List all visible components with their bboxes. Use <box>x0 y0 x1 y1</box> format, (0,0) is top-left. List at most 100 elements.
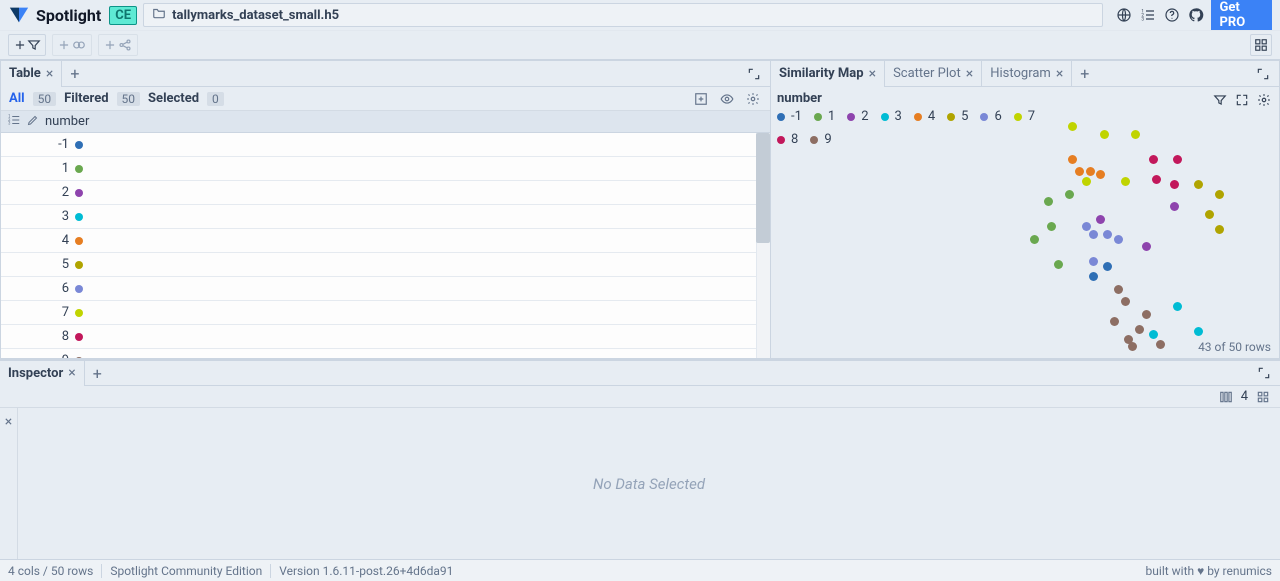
scatter-area[interactable] <box>771 87 1279 358</box>
scatter-point[interactable] <box>1110 317 1119 326</box>
scatter-point[interactable] <box>1086 167 1095 176</box>
column-header[interactable]: 123 number <box>1 111 770 133</box>
folder-icon <box>152 6 166 24</box>
scatter-point[interactable] <box>1114 285 1123 294</box>
tab-histogram[interactable]: Histogram × <box>982 61 1072 86</box>
filter-filtered[interactable]: Filtered <box>64 91 108 106</box>
scatter-point[interactable] <box>1121 297 1130 306</box>
help-icon[interactable] <box>1163 5 1181 25</box>
close-icon[interactable]: × <box>0 408 18 559</box>
scatter-point[interactable] <box>1100 130 1109 139</box>
scatter-point[interactable] <box>1089 272 1098 281</box>
scatter-point[interactable] <box>1215 225 1224 234</box>
scatter-point[interactable] <box>1142 242 1151 251</box>
table-row[interactable]: 2 <box>1 181 770 205</box>
gear-icon[interactable] <box>744 90 762 108</box>
scatter-point[interactable] <box>1173 155 1182 164</box>
table-row[interactable]: 3 <box>1 205 770 229</box>
scatter-point[interactable] <box>1030 235 1039 244</box>
scatter-point[interactable] <box>1121 177 1130 186</box>
maximize-icon[interactable] <box>742 62 766 86</box>
columns-icon[interactable] <box>1217 388 1235 406</box>
scatter-point[interactable] <box>1194 180 1203 189</box>
scatter-point[interactable] <box>1156 340 1165 349</box>
scatter-point[interactable] <box>1089 257 1098 266</box>
network-icon[interactable] <box>1115 5 1133 25</box>
close-icon[interactable]: × <box>46 66 53 82</box>
scatter-point[interactable] <box>1103 262 1112 271</box>
list-number-icon[interactable]: 123 <box>1139 5 1157 25</box>
table-row[interactable]: 8 <box>1 325 770 349</box>
scatter-point[interactable] <box>1128 342 1137 351</box>
scatter-point[interactable] <box>1215 190 1224 199</box>
scatter-point[interactable] <box>1149 330 1158 339</box>
grid-small-icon[interactable] <box>1254 388 1272 406</box>
close-icon[interactable]: × <box>869 66 876 82</box>
scatter-point[interactable] <box>1047 222 1056 231</box>
filter-all[interactable]: All <box>9 91 25 106</box>
tab-add-button[interactable]: + <box>62 61 87 86</box>
scatter-point[interactable] <box>1075 167 1084 176</box>
filter-icon[interactable] <box>1211 91 1229 109</box>
scatter-point[interactable] <box>1194 327 1203 336</box>
close-icon[interactable]: × <box>966 66 973 82</box>
scatter-point[interactable] <box>1114 235 1123 244</box>
table-row[interactable]: 4 <box>1 229 770 253</box>
add-filter-button[interactable] <box>8 34 46 56</box>
scatter-point[interactable] <box>1103 230 1112 239</box>
scatter-point[interactable] <box>1096 170 1105 179</box>
scatter-point[interactable] <box>1152 175 1161 184</box>
scrollbar[interactable] <box>756 133 770 358</box>
scatter-point[interactable] <box>1089 230 1098 239</box>
expand-icon[interactable] <box>1233 91 1251 109</box>
table-row[interactable]: 5 <box>1 253 770 277</box>
table-row[interactable]: -1 <box>1 133 770 157</box>
number-type-icon: 123 <box>7 113 21 131</box>
scatter-point[interactable] <box>1096 215 1105 224</box>
filter-selected[interactable]: Selected <box>148 91 199 106</box>
share-button-disabled <box>98 34 138 56</box>
get-pro-button[interactable]: Get PRO <box>1211 0 1272 33</box>
close-icon[interactable]: × <box>68 365 75 381</box>
scatter-point[interactable] <box>1044 197 1053 206</box>
scatter-point[interactable] <box>1068 122 1077 131</box>
table-row[interactable]: 6 <box>1 277 770 301</box>
similarity-body[interactable]: number -1123456789 43 of 50 rows <box>771 87 1279 358</box>
table-body[interactable]: -1123456789 <box>1 133 770 358</box>
scatter-point[interactable] <box>1082 222 1091 231</box>
github-icon[interactable] <box>1187 5 1205 25</box>
layout-grid-button[interactable] <box>1250 34 1272 56</box>
tab-add-button[interactable]: + <box>1072 61 1097 86</box>
svg-text:3: 3 <box>8 120 11 125</box>
eye-icon[interactable] <box>718 90 736 108</box>
scatter-point[interactable] <box>1135 325 1144 334</box>
gear-icon[interactable] <box>1255 91 1273 109</box>
tab-scatter[interactable]: Scatter Plot × <box>885 61 982 86</box>
scatter-point[interactable] <box>1065 190 1074 199</box>
scatter-point[interactable] <box>1173 302 1182 311</box>
maximize-icon[interactable] <box>1252 361 1276 385</box>
scatter-point[interactable] <box>1142 310 1151 319</box>
close-icon[interactable]: × <box>1056 66 1063 82</box>
table-row[interactable]: 7 <box>1 301 770 325</box>
scatter-point[interactable] <box>1170 202 1179 211</box>
table-row[interactable]: 1 <box>1 157 770 181</box>
file-box[interactable]: tallymarks_dataset_small.h5 <box>143 3 1103 27</box>
color-dot <box>75 357 83 359</box>
scatter-point[interactable] <box>1054 260 1063 269</box>
scatter-point[interactable] <box>1170 180 1179 189</box>
scatter-point[interactable] <box>1131 130 1140 139</box>
tab-add-button[interactable]: + <box>85 361 110 385</box>
tab-similarity[interactable]: Similarity Map × <box>771 61 885 86</box>
filter-filtered-count: 50 <box>117 92 141 106</box>
add-column-icon[interactable] <box>692 90 710 108</box>
tab-table[interactable]: Table × <box>1 61 62 86</box>
scrollbar-thumb[interactable] <box>756 133 770 243</box>
maximize-icon[interactable] <box>1251 62 1275 86</box>
scatter-point[interactable] <box>1068 155 1077 164</box>
tab-inspector[interactable]: Inspector × <box>0 361 85 385</box>
scatter-point[interactable] <box>1082 177 1091 186</box>
scatter-point[interactable] <box>1205 210 1214 219</box>
scatter-point[interactable] <box>1149 155 1158 164</box>
table-row[interactable]: 9 <box>1 349 770 358</box>
